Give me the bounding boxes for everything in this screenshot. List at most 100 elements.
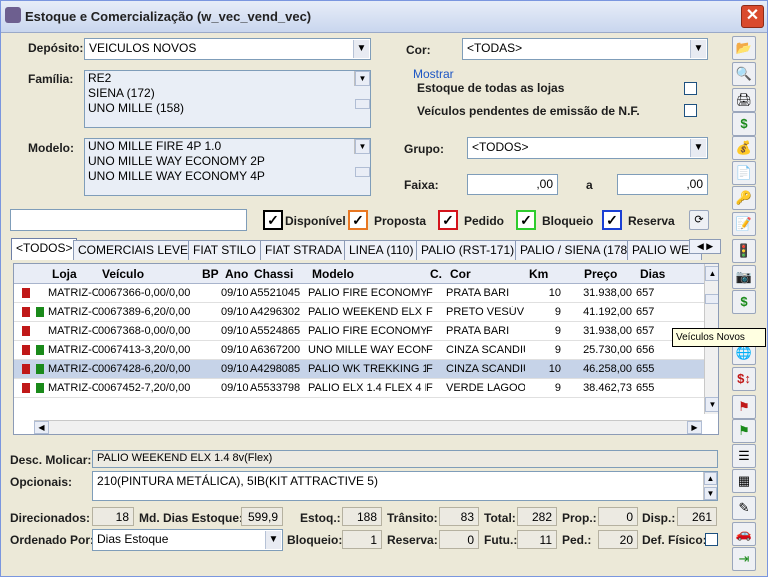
scroll-down-icon[interactable]: ▼ (355, 139, 370, 154)
def-fisico-label: Def. Físico: (642, 533, 707, 547)
column-header[interactable]: Km (529, 267, 548, 281)
camera-icon[interactable]: 📷 (732, 265, 756, 289)
pendentes-checkbox[interactable] (684, 104, 697, 117)
scroll-up-icon[interactable]: ▲ (704, 472, 717, 485)
bloqueio-checkbox[interactable]: ✓ (516, 210, 536, 230)
proposta-checkbox[interactable]: ✓ (348, 210, 368, 230)
list-item[interactable]: UNO MILLE WAY ECONOMY 4P (85, 169, 370, 184)
table-row[interactable]: MATRIZ-C 0067368-0,00/0,00 09/10 A5524865 PA… (14, 322, 704, 341)
modelo-scrollbar[interactable]: ▲ ▼ (354, 139, 370, 177)
search-input[interactable] (10, 209, 247, 231)
scroll-thumb[interactable] (355, 167, 370, 177)
deposito-select[interactable]: VEICULOS NOVOS ▼ (84, 38, 371, 60)
search-icon[interactable]: 🔍 (732, 62, 756, 86)
car-icon[interactable]: 🚗 (732, 522, 756, 546)
table-hscroll[interactable]: ◀ ▶ (34, 420, 702, 434)
list-item[interactable]: UNO MILLE FIRE 4P 1.0 (85, 139, 370, 154)
tab-fiat-stilo[interactable]: FIAT STILO (188, 240, 261, 260)
green-flag-icon (36, 364, 44, 374)
traffic-light-icon[interactable]: 🚦 (732, 239, 756, 263)
list-item[interactable]: SIENA (172) (85, 86, 370, 101)
table-cell: 656 (636, 344, 655, 356)
column-header[interactable]: Preço (584, 267, 617, 281)
faixa-from-input[interactable]: ,00 (467, 174, 558, 195)
refresh-icon[interactable]: ⟳ (689, 210, 709, 230)
familia-scrollbar[interactable]: ▲ ▼ (354, 71, 370, 109)
faixa-to-input[interactable]: ,00 (617, 174, 708, 195)
scroll-down-icon[interactable]: ▼ (705, 397, 718, 412)
table-cell: 0067368-0,00/0,00 (98, 325, 191, 337)
pedido-checkbox[interactable]: ✓ (438, 210, 458, 230)
chevron-down-icon[interactable]: ▼ (353, 40, 369, 58)
exit-icon[interactable]: ⇥ (732, 547, 756, 571)
table-row[interactable]: MATRIZ-C 0067389-6,20/0,00 09/10 A4296302 PA… (14, 303, 704, 322)
table-row[interactable]: MATRIZ-C 0067366-0,00/0,00 09/10 A5521045 PA… (14, 284, 704, 303)
green-flag-icon[interactable]: ⚑ (732, 419, 756, 443)
ordenado-select[interactable]: Dias Estoque ▼ (92, 529, 283, 551)
edit-icon[interactable]: ✎ (732, 496, 756, 520)
list-item[interactable]: UNO MILLE WAY ECONOMY 2P (85, 154, 370, 169)
document-icon[interactable]: 📄 (732, 161, 756, 185)
cor-select[interactable]: <TODAS> ▼ (462, 38, 708, 60)
list-item[interactable]: RE2 (85, 71, 370, 86)
print-icon[interactable]: 🖨 (732, 88, 756, 112)
column-header[interactable]: Cor (450, 267, 471, 281)
column-header[interactable]: Ano (225, 267, 248, 281)
scroll-down-icon[interactable]: ▼ (355, 71, 370, 86)
tab-fiat-strada[interactable]: FIAT STRADA (260, 240, 347, 260)
column-header[interactable]: Veículo (102, 267, 144, 281)
scroll-up-icon[interactable]: ▲ (705, 266, 718, 281)
table-row[interactable]: MATRIZ-C 0067428-6,20/0,00 09/10 A4298085 PA… (14, 360, 704, 379)
dollar-icon[interactable]: $ (732, 290, 756, 314)
table-cell: 10 (548, 287, 561, 299)
modelo-list[interactable]: UNO MILLE FIRE 4P 1.0 UNO MILLE WAY ECON… (84, 138, 371, 196)
table-row[interactable]: MATRIZ-C 0067452-7,20/0,00 09/10 A5533798 PA… (14, 379, 704, 398)
scroll-down-icon[interactable]: ▼ (704, 487, 717, 500)
scroll-thumb[interactable] (705, 294, 718, 304)
column-header[interactable]: BP (202, 267, 219, 281)
table-cell: A4296302 (250, 306, 301, 318)
close-button[interactable]: ✕ (741, 5, 764, 28)
column-header[interactable]: Loja (52, 267, 77, 281)
familia-list[interactable]: RE2 SIENA (172) UNO MILLE (158) ▲ ▼ (84, 70, 371, 128)
tab-comerciais-leves[interactable]: COMERCIAIS LEVES (73, 240, 202, 260)
tab-palio-siena[interactable]: PALIO / SIENA (178) (515, 240, 637, 260)
scroll-left-icon[interactable]: ◀ (34, 421, 49, 434)
list-item[interactable]: UNO MILLE (158) (85, 101, 370, 116)
chevron-down-icon[interactable]: ▼ (690, 40, 706, 58)
table-cell: 31.938,00 (583, 287, 632, 299)
open-folder-icon[interactable]: 📂 (732, 36, 756, 60)
column-header[interactable]: Modelo (312, 267, 354, 281)
transfer-icon[interactable]: $↕ (732, 367, 756, 391)
grupo-select[interactable]: <TODOS> ▼ (467, 137, 708, 159)
tab-palio-rst[interactable]: PALIO (RST-171) (416, 240, 520, 260)
tab-scroll-arrows-icon[interactable]: ◀ ▶ (689, 239, 721, 254)
table-row[interactable]: MATRIZ-C 0067413-3,20/0,00 09/10 A6367200 UN… (14, 341, 704, 360)
price-icon[interactable]: $ (732, 112, 756, 136)
chevron-down-icon[interactable]: ▼ (265, 531, 281, 549)
key-icon[interactable]: 🔑 (732, 186, 756, 210)
money-bag-icon[interactable]: 💰 (732, 136, 756, 160)
column-header[interactable]: Chassi (254, 267, 293, 281)
table-cell: UNO MILLE WAY ECONOMY (308, 344, 426, 356)
reserva-checkbox[interactable]: ✓ (602, 210, 622, 230)
deposito-value: VEICULOS NOVOS (89, 41, 197, 55)
edit-document-icon[interactable]: 📝 (732, 212, 756, 236)
column-header[interactable]: C. (430, 267, 442, 281)
disponivel-checkbox[interactable]: ✓ (263, 210, 283, 230)
scroll-thumb[interactable] (355, 99, 370, 109)
calculator-icon[interactable]: ▦ (732, 469, 756, 493)
tab-linea[interactable]: LINEA (110) (344, 240, 419, 260)
def-fisico-checkbox[interactable] (705, 533, 718, 546)
chevron-down-icon[interactable]: ▼ (690, 139, 706, 157)
estoque-todas-checkbox[interactable] (684, 82, 697, 95)
mostrar-title: Mostrar (413, 67, 454, 81)
opcionais-field[interactable]: 210(PINTURA METÁLICA), 5IB(KIT ATTRACTIV… (92, 471, 718, 501)
scroll-right-icon[interactable]: ▶ (687, 421, 702, 434)
column-header[interactable]: Dias (640, 267, 665, 281)
list-icon[interactable]: ☰ (732, 444, 756, 468)
opcionais-scrollbar[interactable]: ▲ ▼ (703, 472, 717, 500)
red-flag-icon[interactable]: ⚑ (732, 395, 756, 419)
tab-todos[interactable]: <TODOS> (11, 238, 78, 260)
table-cell: A5533798 (250, 382, 301, 394)
